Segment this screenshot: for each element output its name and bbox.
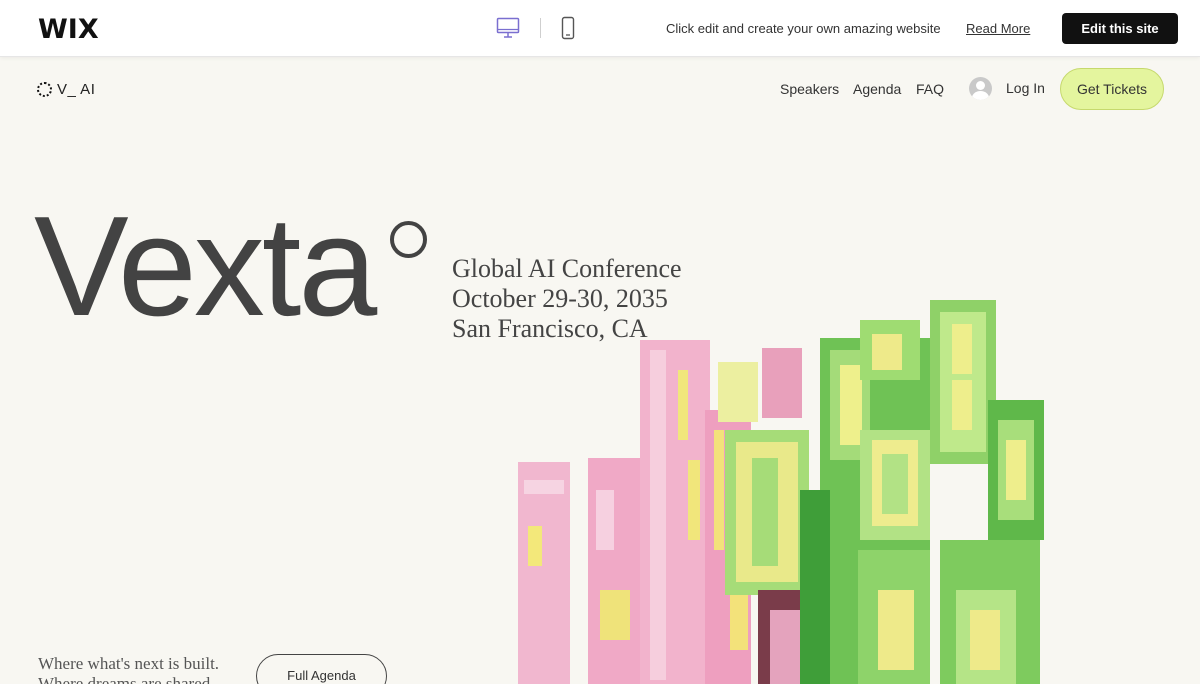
tagline-line-1: Where what's next is built. — [38, 654, 220, 673]
wix-logo[interactable]: WIX — [38, 14, 99, 45]
wix-promo-message: Click edit and create your own amazing w… — [666, 21, 941, 36]
edit-site-button[interactable]: Edit this site — [1062, 13, 1178, 44]
device-separator — [540, 18, 541, 38]
nav-faq[interactable]: FAQ — [916, 81, 944, 97]
read-more-link[interactable]: Read More — [966, 21, 1030, 36]
site-logo-text: V_ AI — [57, 80, 96, 98]
tagline-line-2: Where dreams are shared. — [38, 674, 215, 684]
nav-speakers[interactable]: Speakers — [780, 81, 839, 97]
hero-tagline: Where what's next is built. Where dreams… — [38, 654, 219, 684]
hero-ring-icon — [390, 221, 427, 258]
logo-ring-icon — [37, 81, 52, 97]
desktop-icon[interactable] — [496, 17, 520, 39]
get-tickets-button[interactable]: Get Tickets — [1060, 68, 1164, 110]
site-logo[interactable]: V_ AI — [37, 80, 95, 98]
mobile-icon[interactable] — [561, 16, 575, 40]
nav-agenda[interactable]: Agenda — [853, 81, 901, 97]
login-link[interactable]: Log In — [1006, 80, 1045, 96]
hero-voxel-artwork — [518, 300, 1044, 684]
full-agenda-button[interactable]: Full Agenda — [256, 654, 387, 684]
event-name: Global AI Conference — [452, 254, 682, 283]
hero-title: Vexta — [34, 187, 377, 346]
avatar-icon[interactable] — [969, 77, 992, 100]
wix-editor-bar: WIX Click edit and create your own amazi… — [0, 0, 1200, 57]
